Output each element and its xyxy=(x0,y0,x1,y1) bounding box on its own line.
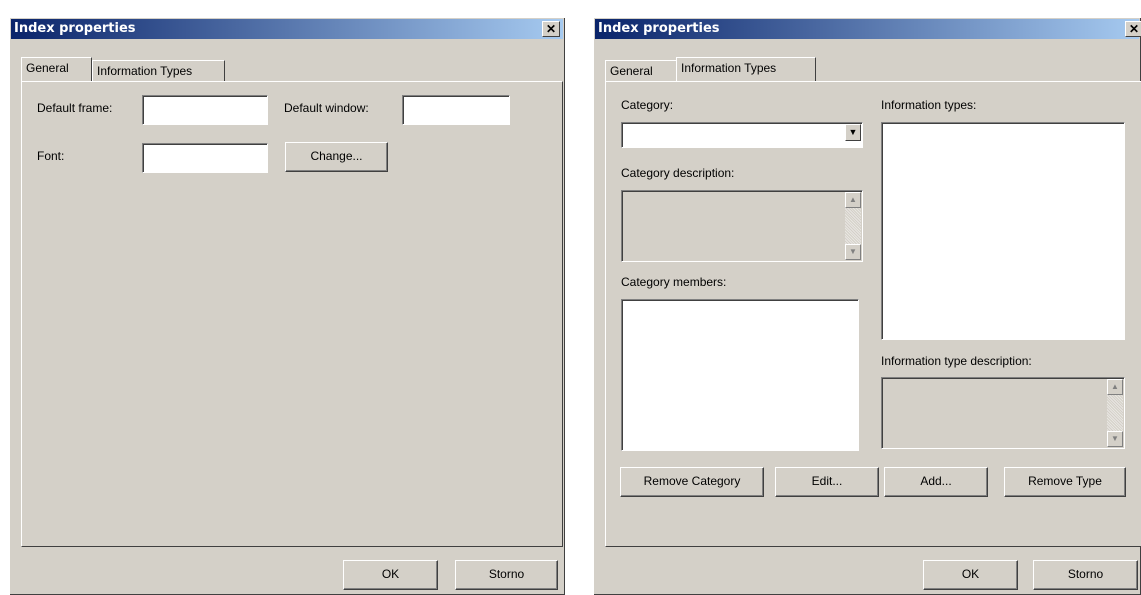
category-members-label: Category members: xyxy=(621,275,727,289)
scroll-down-icon[interactable]: ▼ xyxy=(845,244,861,260)
category-description-textarea[interactable]: ▲ ▼ xyxy=(621,190,863,262)
default-window-label: Default window: xyxy=(284,101,369,115)
cancel-button[interactable]: Storno xyxy=(455,560,558,590)
scrollbar[interactable]: ▲ ▼ xyxy=(1107,379,1123,447)
title-bar[interactable]: Index properties ✕ xyxy=(11,19,563,39)
default-frame-label: Default frame: xyxy=(37,101,113,115)
chevron-down-icon[interactable]: ▼ xyxy=(845,124,861,141)
category-label: Category: xyxy=(621,98,674,112)
font-field[interactable] xyxy=(142,143,268,173)
information-types-tab-panel: Category: ▼ Category description: ▲ ▼ Ca… xyxy=(605,81,1141,547)
tab-general[interactable]: General xyxy=(605,60,678,81)
ok-button[interactable]: OK xyxy=(343,560,438,590)
remove-category-button[interactable]: Remove Category xyxy=(620,467,764,497)
category-combobox[interactable]: ▼ xyxy=(621,122,863,148)
scroll-up-icon[interactable]: ▲ xyxy=(1107,379,1123,395)
close-icon[interactable]: ✕ xyxy=(1125,21,1141,37)
tab-information-types[interactable]: Information Types xyxy=(676,57,816,81)
dialog-title: Index properties xyxy=(14,21,136,36)
index-properties-dialog-information-types: Index properties ✕ General Information T… xyxy=(593,17,1141,595)
remove-type-button[interactable]: Remove Type xyxy=(1004,467,1126,497)
information-type-description-label: Information type description: xyxy=(881,354,1032,368)
tab-general[interactable]: General xyxy=(21,57,92,81)
add-button[interactable]: Add... xyxy=(884,467,988,497)
information-type-description-textarea[interactable]: ▲ ▼ xyxy=(881,377,1125,449)
category-members-list[interactable] xyxy=(621,299,859,451)
tab-information-types[interactable]: Information Types xyxy=(92,60,225,81)
default-frame-field[interactable] xyxy=(142,95,268,125)
index-properties-dialog-general: Index properties ✕ General Information T… xyxy=(9,17,565,595)
close-icon[interactable]: ✕ xyxy=(542,21,560,37)
information-types-list[interactable] xyxy=(881,122,1125,340)
information-types-label: Information types: xyxy=(881,98,977,112)
general-tab-panel: Default frame: Default window: Font: Cha… xyxy=(21,81,563,547)
edit-button[interactable]: Edit... xyxy=(775,467,879,497)
ok-button[interactable]: OK xyxy=(923,560,1018,590)
scroll-up-icon[interactable]: ▲ xyxy=(845,192,861,208)
default-window-field[interactable] xyxy=(402,95,510,125)
title-bar[interactable]: Index properties ✕ xyxy=(595,19,1141,39)
change-font-button[interactable]: Change... xyxy=(285,142,388,172)
cancel-button[interactable]: Storno xyxy=(1033,560,1138,590)
dialog-title: Index properties xyxy=(598,21,720,36)
scrollbar[interactable]: ▲ ▼ xyxy=(845,192,861,260)
category-description-label: Category description: xyxy=(621,166,735,180)
scroll-down-icon[interactable]: ▼ xyxy=(1107,431,1123,447)
font-label: Font: xyxy=(37,149,65,163)
